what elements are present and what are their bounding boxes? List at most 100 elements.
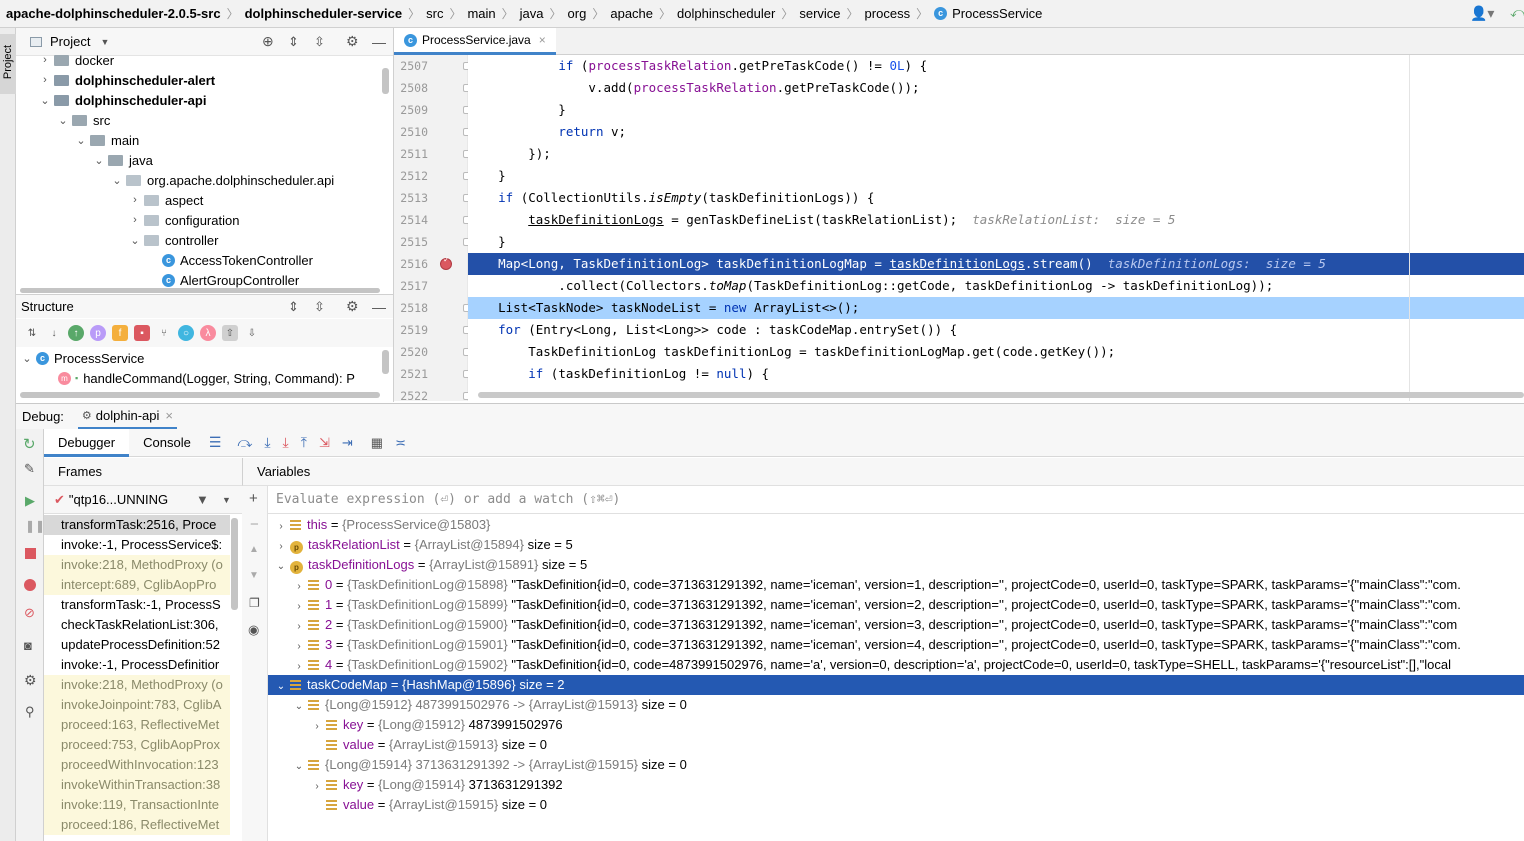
tree-item[interactable]: › aspect xyxy=(128,190,203,210)
variable-row[interactable]: › key = {Long@15912} 4873991502976 xyxy=(268,715,1524,735)
remove-watch-icon[interactable]: − xyxy=(250,516,259,533)
chevron-right-icon[interactable]: › xyxy=(290,597,308,615)
variable-row[interactable]: ⌄ {Long@15912} 4873991502976 -> {ArrayLis… xyxy=(268,695,1524,715)
breadcrumb-item[interactable]: main xyxy=(467,6,495,21)
frames-scrollbar[interactable] xyxy=(231,518,238,610)
chevron-down-icon[interactable]: ⌄ xyxy=(92,154,106,167)
editor-hscrollbar[interactable] xyxy=(478,392,1524,398)
view-breakpoints-icon[interactable] xyxy=(24,579,36,591)
project-hscrollbar[interactable] xyxy=(20,288,380,293)
copy-icon[interactable]: ❐ xyxy=(249,596,260,610)
expand-all-icon[interactable]: ⇕ xyxy=(288,34,299,50)
gear-icon[interactable]: ⚙ xyxy=(346,298,359,315)
chevron-right-icon[interactable]: › xyxy=(128,214,142,226)
close-icon[interactable]: × xyxy=(165,408,173,423)
thread-selector[interactable]: ✔ "qtp16...UNNING ▼ ▼ xyxy=(44,486,242,514)
tree-item[interactable]: ⌄ java xyxy=(92,150,152,170)
breadcrumb-item[interactable]: org xyxy=(568,6,587,21)
breadcrumb-item[interactable]: dolphinscheduler-service xyxy=(245,6,403,21)
variable-row[interactable]: › this = {ProcessService@15803} xyxy=(268,515,1524,535)
project-panel-title[interactable]: Project xyxy=(50,34,90,49)
collapse-all-icon[interactable]: ⇳ xyxy=(314,34,325,50)
structure-scrollbar[interactable] xyxy=(382,350,389,374)
show-anonymous-icon[interactable]: ⑂ xyxy=(156,325,172,341)
add-watch-icon[interactable]: + xyxy=(249,490,258,507)
variable-row[interactable]: › 1 = {TaskDefinitionLog@15899} "TaskDefi… xyxy=(268,595,1524,615)
collapse-all-icon[interactable]: ⇳ xyxy=(314,299,325,315)
sort-alpha-icon[interactable]: ↓ xyxy=(46,325,62,341)
chevron-down-icon[interactable]: ⌄ xyxy=(272,677,290,695)
show-execution-point-icon[interactable]: ⤼ xyxy=(237,434,252,451)
tree-item[interactable]: c AlertGroupController xyxy=(146,270,299,290)
tree-item[interactable]: › dolphinscheduler-alert xyxy=(38,70,215,90)
chevron-down-icon[interactable]: ⌄ xyxy=(20,352,34,365)
project-scrollbar[interactable] xyxy=(382,68,389,94)
structure-item-class[interactable]: ⌄ c ProcessService xyxy=(20,348,144,368)
variable-row[interactable]: value = {ArrayList@15913} size = 0 xyxy=(268,735,1524,755)
pin-icon[interactable]: ⚲ xyxy=(25,704,35,720)
trace-icon[interactable]: ≍ xyxy=(395,435,406,451)
debugger-tab[interactable]: Debugger xyxy=(44,428,130,457)
stack-frame[interactable]: intercept:689, CglibAopPro xyxy=(44,575,230,595)
stack-frame[interactable]: proceed:186, ReflectiveMet xyxy=(44,815,230,835)
stack-frame[interactable]: transformTask:-1, ProcessS xyxy=(44,595,230,615)
breadcrumb-item[interactable]: dolphinscheduler xyxy=(677,6,775,21)
wrench-icon[interactable]: ✎ xyxy=(24,461,35,477)
debug-session-tab[interactable]: ⚙ dolphin-api × xyxy=(77,404,177,430)
stack-frame[interactable]: proceed:753, CglibAopProx xyxy=(44,735,230,755)
code-area[interactable]: if (processTaskRelation.getPreTaskCode()… xyxy=(468,55,1524,401)
stack-frame[interactable]: checkTaskRelationList:306, xyxy=(44,615,230,635)
show-properties-icon[interactable]: p xyxy=(90,325,106,341)
chevron-down-icon[interactable]: ⌄ xyxy=(290,697,308,715)
move-up-icon[interactable]: ▲ xyxy=(249,544,259,555)
filter-icon[interactable]: ▼ xyxy=(196,492,209,507)
run-to-cursor-icon[interactable]: ⇥ xyxy=(342,435,353,451)
breadcrumb-item[interactable]: apache-dolphinscheduler-2.0.5-src xyxy=(6,6,221,21)
breadcrumb-item[interactable]: java xyxy=(520,6,544,21)
breadcrumb-item[interactable]: src xyxy=(426,6,443,21)
chevron-down-icon[interactable]: ▼ xyxy=(100,37,109,47)
resume-icon[interactable]: ▶ xyxy=(25,493,35,509)
step-into-icon[interactable]: ⤓ xyxy=(283,434,289,451)
locate-icon[interactable]: ⊕ xyxy=(262,33,274,50)
chevron-right-icon[interactable]: › xyxy=(290,657,308,675)
stack-frame[interactable]: invokeWithinTransaction:38 xyxy=(44,775,230,795)
minimize-icon[interactable]: — xyxy=(372,34,386,50)
chevron-down-icon[interactable]: ⌄ xyxy=(290,757,308,775)
chevron-right-icon[interactable]: › xyxy=(308,717,326,735)
structure-item-method[interactable]: m ▪ handleCommand(Logger, String, Comman… xyxy=(58,368,380,388)
rerun-icon[interactable]: ↻ xyxy=(23,435,36,453)
stack-frame[interactable]: invoke:218, MethodProxy (o xyxy=(44,675,230,695)
variable-row[interactable]: ⌄ taskCodeMap = {HashMap@15896} size = 2 xyxy=(268,675,1524,695)
variable-row[interactable]: ⌄ p taskDefinitionLogs = {ArrayList@15891}… xyxy=(268,555,1524,575)
expand-all-icon[interactable]: ⇕ xyxy=(288,299,299,315)
stack-frame[interactable]: proceed:163, ReflectiveMet xyxy=(44,715,230,735)
tree-item[interactable]: ⌄ controller xyxy=(128,230,218,250)
stop-icon[interactable] xyxy=(25,548,36,559)
breadcrumb-item[interactable]: process xyxy=(865,6,911,21)
tree-item[interactable]: › configuration xyxy=(128,210,239,230)
eye-icon[interactable]: ◉ xyxy=(248,622,259,638)
evaluate-icon[interactable]: ▦ xyxy=(371,435,383,451)
chevron-down-icon[interactable]: ▼ xyxy=(222,495,231,505)
stack-frame[interactable]: updateProcessDefinition:52 xyxy=(44,635,230,655)
menu-icon[interactable]: ☰ xyxy=(209,434,222,451)
chevron-right-icon[interactable]: › xyxy=(38,74,52,86)
chevron-right-icon[interactable]: › xyxy=(290,637,308,655)
user-icon[interactable]: 👤▾ xyxy=(1470,5,1494,22)
chevron-right-icon[interactable]: › xyxy=(290,617,308,635)
chevron-right-icon[interactable]: › xyxy=(290,577,308,595)
chevron-down-icon[interactable]: ⌄ xyxy=(110,174,124,187)
variable-row[interactable]: › p taskRelationList = {ArrayList@15894} s… xyxy=(268,535,1524,555)
chevron-right-icon[interactable]: › xyxy=(308,777,326,795)
stack-frame[interactable]: invoke:-1, ProcessDefinitior xyxy=(44,655,230,675)
structure-hscrollbar[interactable] xyxy=(20,392,380,398)
variable-row[interactable]: › key = {Long@15914} 3713631291392 xyxy=(268,775,1524,795)
variable-row[interactable]: › 4 = {TaskDefinitionLog@15902} "TaskDefi… xyxy=(268,655,1524,675)
evaluate-expression-input[interactable]: Evaluate expression (⏎) or add a watch (… xyxy=(268,486,1524,514)
step-over-icon[interactable]: ⤓ xyxy=(264,434,270,451)
stack-frame[interactable]: transformTask:2516, Proce xyxy=(44,515,230,535)
minimize-icon[interactable]: — xyxy=(372,299,386,315)
console-tab[interactable]: Console xyxy=(129,435,205,450)
build-icon[interactable]: ⤺ xyxy=(1510,4,1524,21)
